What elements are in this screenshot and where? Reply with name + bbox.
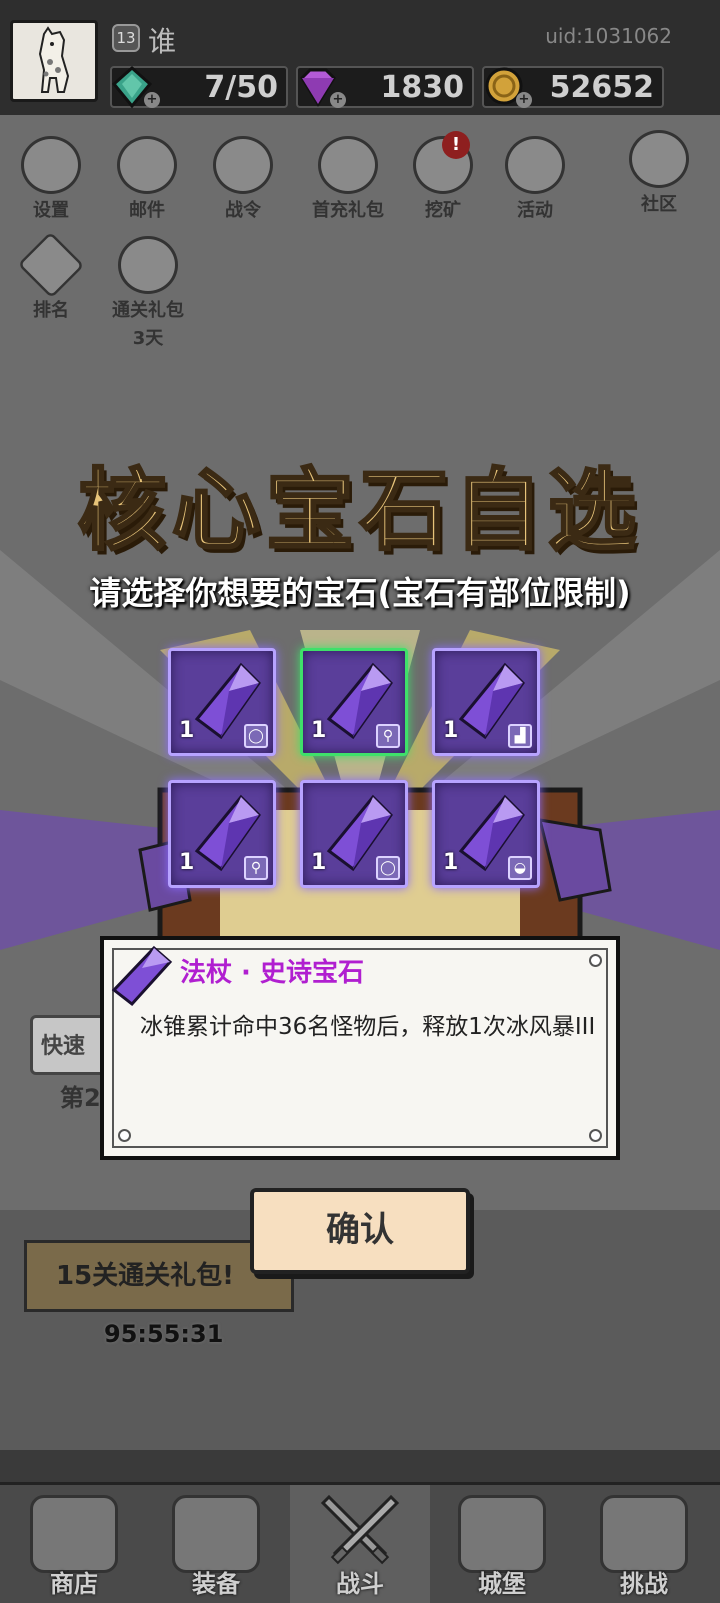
nav-challenge[interactable]: 挑战 — [574, 1485, 714, 1603]
gem-option[interactable]: 1 ◯ — [168, 648, 276, 756]
gem-option-selected[interactable]: 1 ⚲ — [300, 648, 408, 756]
plus-icon[interactable]: + — [516, 92, 532, 108]
staff-icon: ⚲ — [244, 856, 268, 880]
staff-icon: ⚲ — [376, 724, 400, 748]
clear-bundle-timer: 95:55:31 — [104, 1320, 224, 1348]
clear-bundle-title: 15关通关礼包! — [56, 1261, 235, 1291]
ranking-icon — [17, 231, 85, 299]
menu-ranking[interactable]: 排名 — [12, 231, 90, 322]
popup-title: 核心宝石自选 — [76, 457, 642, 564]
confirm-button[interactable]: 确认 — [250, 1188, 470, 1274]
home-bubble-icon — [629, 130, 689, 188]
gem-option[interactable]: 1 ▟ — [432, 648, 540, 756]
diamond-counter[interactable]: + 1830 — [296, 66, 474, 108]
money-bag-icon — [318, 136, 378, 194]
nav-equipment[interactable]: 装备 — [146, 1485, 286, 1603]
gem-option[interactable]: 1 ◒ — [432, 780, 540, 888]
menu-activity[interactable]: 活动 — [496, 136, 574, 222]
purple-gem-icon — [111, 945, 173, 1007]
gold-counter[interactable]: + 52652 — [482, 66, 664, 108]
player-level-badge: 13 — [112, 24, 140, 52]
backpack-icon — [172, 1495, 260, 1573]
menu-first-recharge[interactable]: 首充礼包 — [298, 136, 398, 222]
menu-clear-pack[interactable]: 通关礼包 3天 — [98, 236, 198, 350]
menu-mining[interactable]: ! 挖矿 — [404, 131, 482, 222]
necklace-icon: ◯ — [244, 724, 268, 748]
gem-name: 法杖 · 史诗宝石 — [180, 958, 364, 988]
nav-castle[interactable]: 城堡 — [432, 1485, 572, 1603]
challenge-shield-icon — [600, 1495, 688, 1573]
mining-icon: ! — [413, 131, 473, 194]
boots-icon: ▟ — [508, 724, 532, 748]
menu-mail[interactable]: 邮件 — [108, 136, 186, 222]
nav-battle[interactable]: 战斗 — [290, 1485, 430, 1603]
gem-description: 冰锥累计命中36名怪物后，释放1次冰风暴III — [140, 1014, 596, 1040]
plus-icon[interactable]: + — [330, 92, 346, 108]
bottom-navigation: 商店 装备 战斗 城堡 挑战 — [0, 1482, 720, 1603]
necklace-icon: ◯ — [376, 856, 400, 880]
gold-value: 52652 — [549, 70, 654, 105]
gift-sack-icon — [118, 236, 178, 294]
menu-community[interactable]: 社区 — [620, 130, 698, 216]
alert-badge: ! — [442, 131, 470, 159]
diamond-value: 1830 — [380, 70, 465, 105]
menu-settings[interactable]: 设置 — [12, 136, 90, 222]
activity-icon — [505, 136, 565, 194]
stamina-counter[interactable]: + 7/50 — [110, 65, 288, 109]
helmet-icon: ◒ — [508, 856, 532, 880]
castle-icon — [458, 1495, 546, 1573]
giraffe-icon — [38, 26, 70, 93]
stage-label: 第2 — [60, 1084, 101, 1112]
player-name: 谁 — [148, 25, 177, 58]
menu-battle-pass[interactable]: 战令 — [204, 136, 282, 222]
envelope-icon — [117, 136, 177, 194]
player-uid: uid:1031062 — [545, 24, 672, 48]
shop-icon — [30, 1495, 118, 1573]
gem-option[interactable]: 1 ⚲ — [168, 780, 276, 888]
popup-subtitle: 请选择你想要的宝石(宝石有部位限制) — [89, 574, 631, 612]
gear-icon — [21, 136, 81, 194]
plus-icon[interactable]: + — [144, 92, 160, 108]
top-status-bar: 13 谁 uid:1031062 + 7/50 + 1830 + 52652 — [0, 0, 720, 115]
avatar[interactable] — [10, 20, 98, 102]
nav-shop[interactable]: 商店 — [4, 1485, 144, 1603]
battle-pass-icon — [213, 136, 273, 194]
stamina-value: 7/50 — [204, 70, 278, 105]
crossed-swords-icon — [320, 1494, 400, 1565]
gem-option[interactable]: 1 ◯ — [300, 780, 408, 888]
